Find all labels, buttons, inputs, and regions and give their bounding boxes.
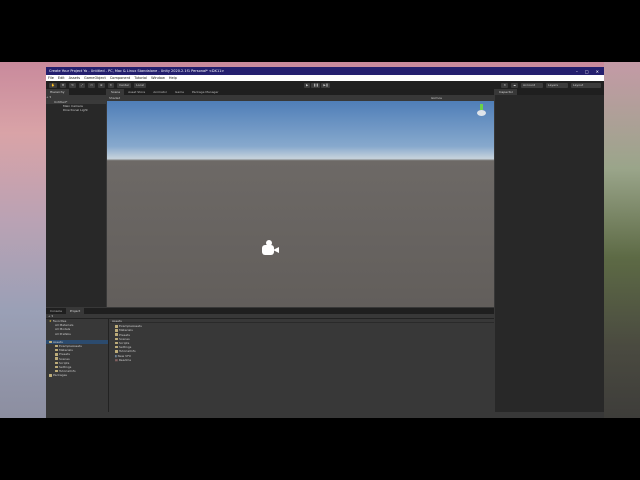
hierarchy-panel: Hierarchy + ▾ Untitled* Main Camera Dire…	[46, 89, 106, 307]
menu-window[interactable]: Window	[151, 76, 165, 80]
item-label: Packages	[53, 373, 67, 378]
hand-tool-icon[interactable]: ✋	[49, 82, 57, 88]
unity-window: Create Your Project Yo - Untitled - PC, …	[46, 67, 604, 418]
tab-animator[interactable]: Animator	[149, 89, 171, 95]
minimize-button[interactable]: –	[576, 69, 578, 74]
menu-assets[interactable]: Assets	[69, 76, 80, 80]
pause-button[interactable]: ❚❚	[311, 82, 321, 88]
folder-icon	[55, 344, 58, 348]
folder-icon	[49, 374, 52, 377]
folder-icon	[115, 325, 118, 328]
folder-icon	[55, 361, 58, 365]
folder-icon	[115, 341, 118, 345]
hierarchy-item[interactable]: Directional Light	[46, 108, 106, 112]
tab-package-manager[interactable]: Package Manager	[188, 89, 223, 95]
desktop-rock	[604, 62, 640, 418]
item-label: All Prefabs	[55, 331, 71, 336]
folder-icon	[115, 333, 118, 336]
folder-icon	[115, 350, 118, 353]
tab-asset-store[interactable]: Asset Store	[124, 89, 149, 95]
tab-game[interactable]: Game	[171, 89, 188, 95]
folder-icon	[55, 357, 58, 360]
title-bar: Create Your Project Yo - Untitled - PC, …	[46, 67, 604, 75]
layers-dropdown[interactable]: Layers	[546, 82, 568, 88]
menu-file[interactable]: File	[48, 76, 54, 80]
menu-tutorial[interactable]: Tutorial	[134, 76, 147, 80]
space-toggle[interactable]: Local	[134, 82, 146, 88]
tab-inspector[interactable]: Inspector	[495, 89, 517, 95]
layout-dropdown[interactable]: Layout	[571, 82, 601, 88]
move-tool-icon[interactable]: ✥	[59, 82, 67, 88]
tree-packages[interactable]: Packages	[46, 373, 108, 377]
rotate-tool-icon[interactable]: ↻	[69, 82, 76, 88]
scale-tool-icon[interactable]: ⤢	[78, 82, 86, 88]
account-dropdown[interactable]: Account	[521, 82, 543, 88]
tab-hierarchy[interactable]: Hierarchy	[46, 89, 69, 95]
transform-tool-icon[interactable]: ⊕	[98, 82, 105, 88]
cloud-icon[interactable]: ☁	[511, 82, 518, 88]
custom-tool-icon[interactable]: ✕	[107, 82, 115, 88]
collab-icon[interactable]: ✕	[501, 82, 508, 88]
shading-dropdown[interactable]: Shaded	[109, 96, 120, 100]
camera-icon[interactable]	[260, 240, 282, 257]
rect-tool-icon[interactable]: ▭	[88, 82, 96, 88]
play-button[interactable]: ▶	[304, 82, 311, 88]
maximize-button[interactable]: □	[585, 69, 589, 74]
file-item[interactable]: ▤ Readme	[115, 358, 494, 362]
scene-viewport[interactable]	[107, 101, 494, 307]
folder-icon	[115, 329, 118, 332]
folder-icon	[55, 365, 58, 369]
breadcrumb[interactable]: Assets	[110, 319, 494, 324]
project-content: Assets ExampleAssets Materials Presets Scen…	[110, 319, 494, 412]
menu-gameobject[interactable]: GameObject	[84, 76, 106, 80]
folder-icon	[55, 353, 58, 356]
menu-component[interactable]: Component	[110, 76, 130, 80]
item-label: Directional Light	[63, 108, 88, 113]
menu-edit[interactable]: Edit	[58, 76, 65, 80]
star-icon: ★	[49, 319, 52, 323]
main-toolbar: ✋ ✥ ↻ ⤢ ▭ ⊕ ✕ Center Local ▶ ❚❚ ▶❚ ✕ ☁ A…	[46, 81, 604, 89]
scene-header: Scene Asset Store Animator Game Package …	[107, 89, 494, 101]
project-panel: Console Project + ▾ ★ Favorites All Mater…	[46, 308, 494, 412]
close-button[interactable]: ✕	[596, 69, 599, 74]
project-tree: ★ Favorites All Materials All Models All …	[46, 319, 109, 412]
folder-icon	[55, 369, 58, 373]
tab-scene[interactable]: Scene	[107, 89, 125, 95]
readme-icon: ▤	[115, 357, 118, 362]
inspector-panel: Inspector	[495, 89, 604, 412]
item-label: Readme	[118, 357, 132, 362]
folder-icon	[49, 340, 52, 344]
folder-icon	[115, 337, 118, 341]
folder-icon	[115, 345, 118, 349]
scene-gizmo-icon[interactable]	[476, 104, 488, 120]
folder-icon	[55, 348, 58, 352]
tab-project[interactable]: Project	[65, 308, 85, 314]
window-title: Create Your Project Yo - Untitled - PC, …	[49, 69, 225, 73]
tree-item[interactable]: All Prefabs	[46, 332, 108, 336]
gizmos-dropdown[interactable]: Gizmos	[431, 96, 442, 100]
pivot-toggle[interactable]: Center	[117, 82, 132, 88]
step-button[interactable]: ▶❚	[321, 82, 331, 88]
menu-help[interactable]: Help	[169, 76, 177, 80]
